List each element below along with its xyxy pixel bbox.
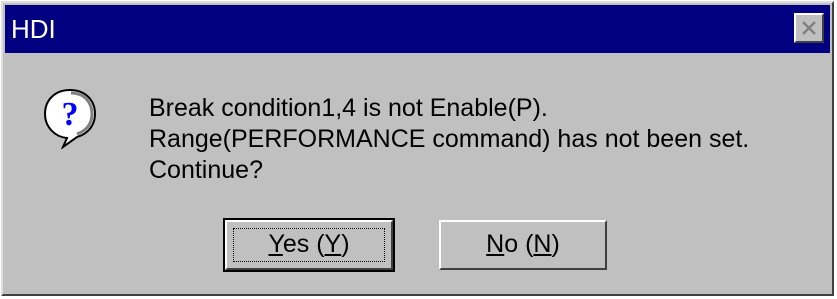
question-icon: ?: [43, 88, 97, 149]
message-line: Range(PERFORMANCE command) has not been …: [149, 125, 750, 153]
no-button-label: No (N): [486, 230, 560, 258]
yes-button-label: Yes (Y): [268, 230, 349, 258]
dialog-window: HDI ? Break condition1,4 is not Enable(P…: [1, 1, 834, 296]
close-icon: [802, 21, 816, 35]
no-button[interactable]: No (N): [439, 220, 607, 270]
no-label-suffix: ): [551, 230, 560, 258]
yes-mnemonic: Y: [268, 230, 283, 258]
message-line: Break condition1,4 is not Enable(P).: [149, 94, 548, 122]
yes-button[interactable]: Yes (Y): [223, 218, 395, 272]
yes-accelerator: Y: [324, 230, 342, 258]
no-mnemonic: N: [486, 230, 505, 258]
svg-text:?: ?: [62, 96, 79, 133]
yes-label-middle: es (: [282, 230, 325, 258]
close-button[interactable]: [794, 13, 824, 43]
message-text: Break condition1,4 is not Enable(P). Ran…: [149, 93, 749, 186]
yes-label-suffix: ): [341, 230, 350, 258]
no-label-middle: o (: [504, 230, 534, 258]
window-title: HDI: [11, 14, 56, 44]
title-bar[interactable]: HDI: [5, 5, 830, 53]
message-line: Continue?: [149, 156, 263, 184]
no-accelerator: N: [533, 230, 552, 258]
